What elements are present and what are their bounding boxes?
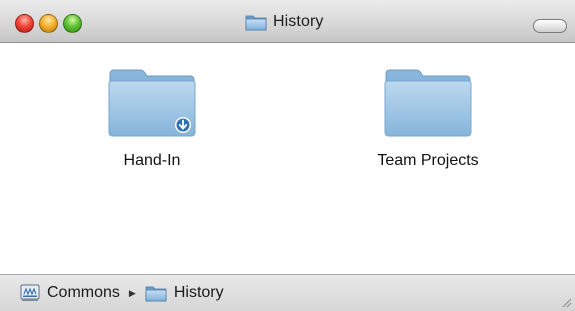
drop-box-folder-icon[interactable]: [106, 66, 198, 138]
folder-icon[interactable]: [382, 66, 474, 138]
folder-item-hand-in[interactable]: Hand-In: [77, 66, 227, 170]
title-bar[interactable]: History: [0, 0, 575, 43]
minimize-button[interactable]: [39, 14, 58, 33]
window-title: History: [245, 11, 323, 33]
folder-label[interactable]: Team Projects: [377, 152, 478, 170]
toolbar-toggle-button[interactable]: [533, 19, 567, 33]
finder-window: History Hand-In Team Projects Commons ▶ …: [0, 0, 575, 311]
path-bar: Commons ▶ History: [0, 274, 575, 311]
folder-icon[interactable]: [145, 284, 167, 302]
icon-view[interactable]: Hand-In Team Projects: [0, 44, 575, 274]
folder-item-team-projects[interactable]: Team Projects: [353, 66, 503, 170]
close-button[interactable]: [15, 14, 34, 33]
server-volume-icon[interactable]: [20, 284, 40, 302]
zoom-button[interactable]: [63, 14, 82, 33]
resize-grip-icon[interactable]: [561, 297, 572, 308]
triangle-right-icon: ▶: [128, 287, 136, 298]
path-item-commons[interactable]: Commons: [47, 284, 120, 302]
folder-icon: [245, 15, 267, 31]
folder-label[interactable]: Hand-In: [124, 152, 181, 170]
path-item-history[interactable]: History: [174, 284, 224, 302]
window-title-text: History: [273, 13, 324, 30]
